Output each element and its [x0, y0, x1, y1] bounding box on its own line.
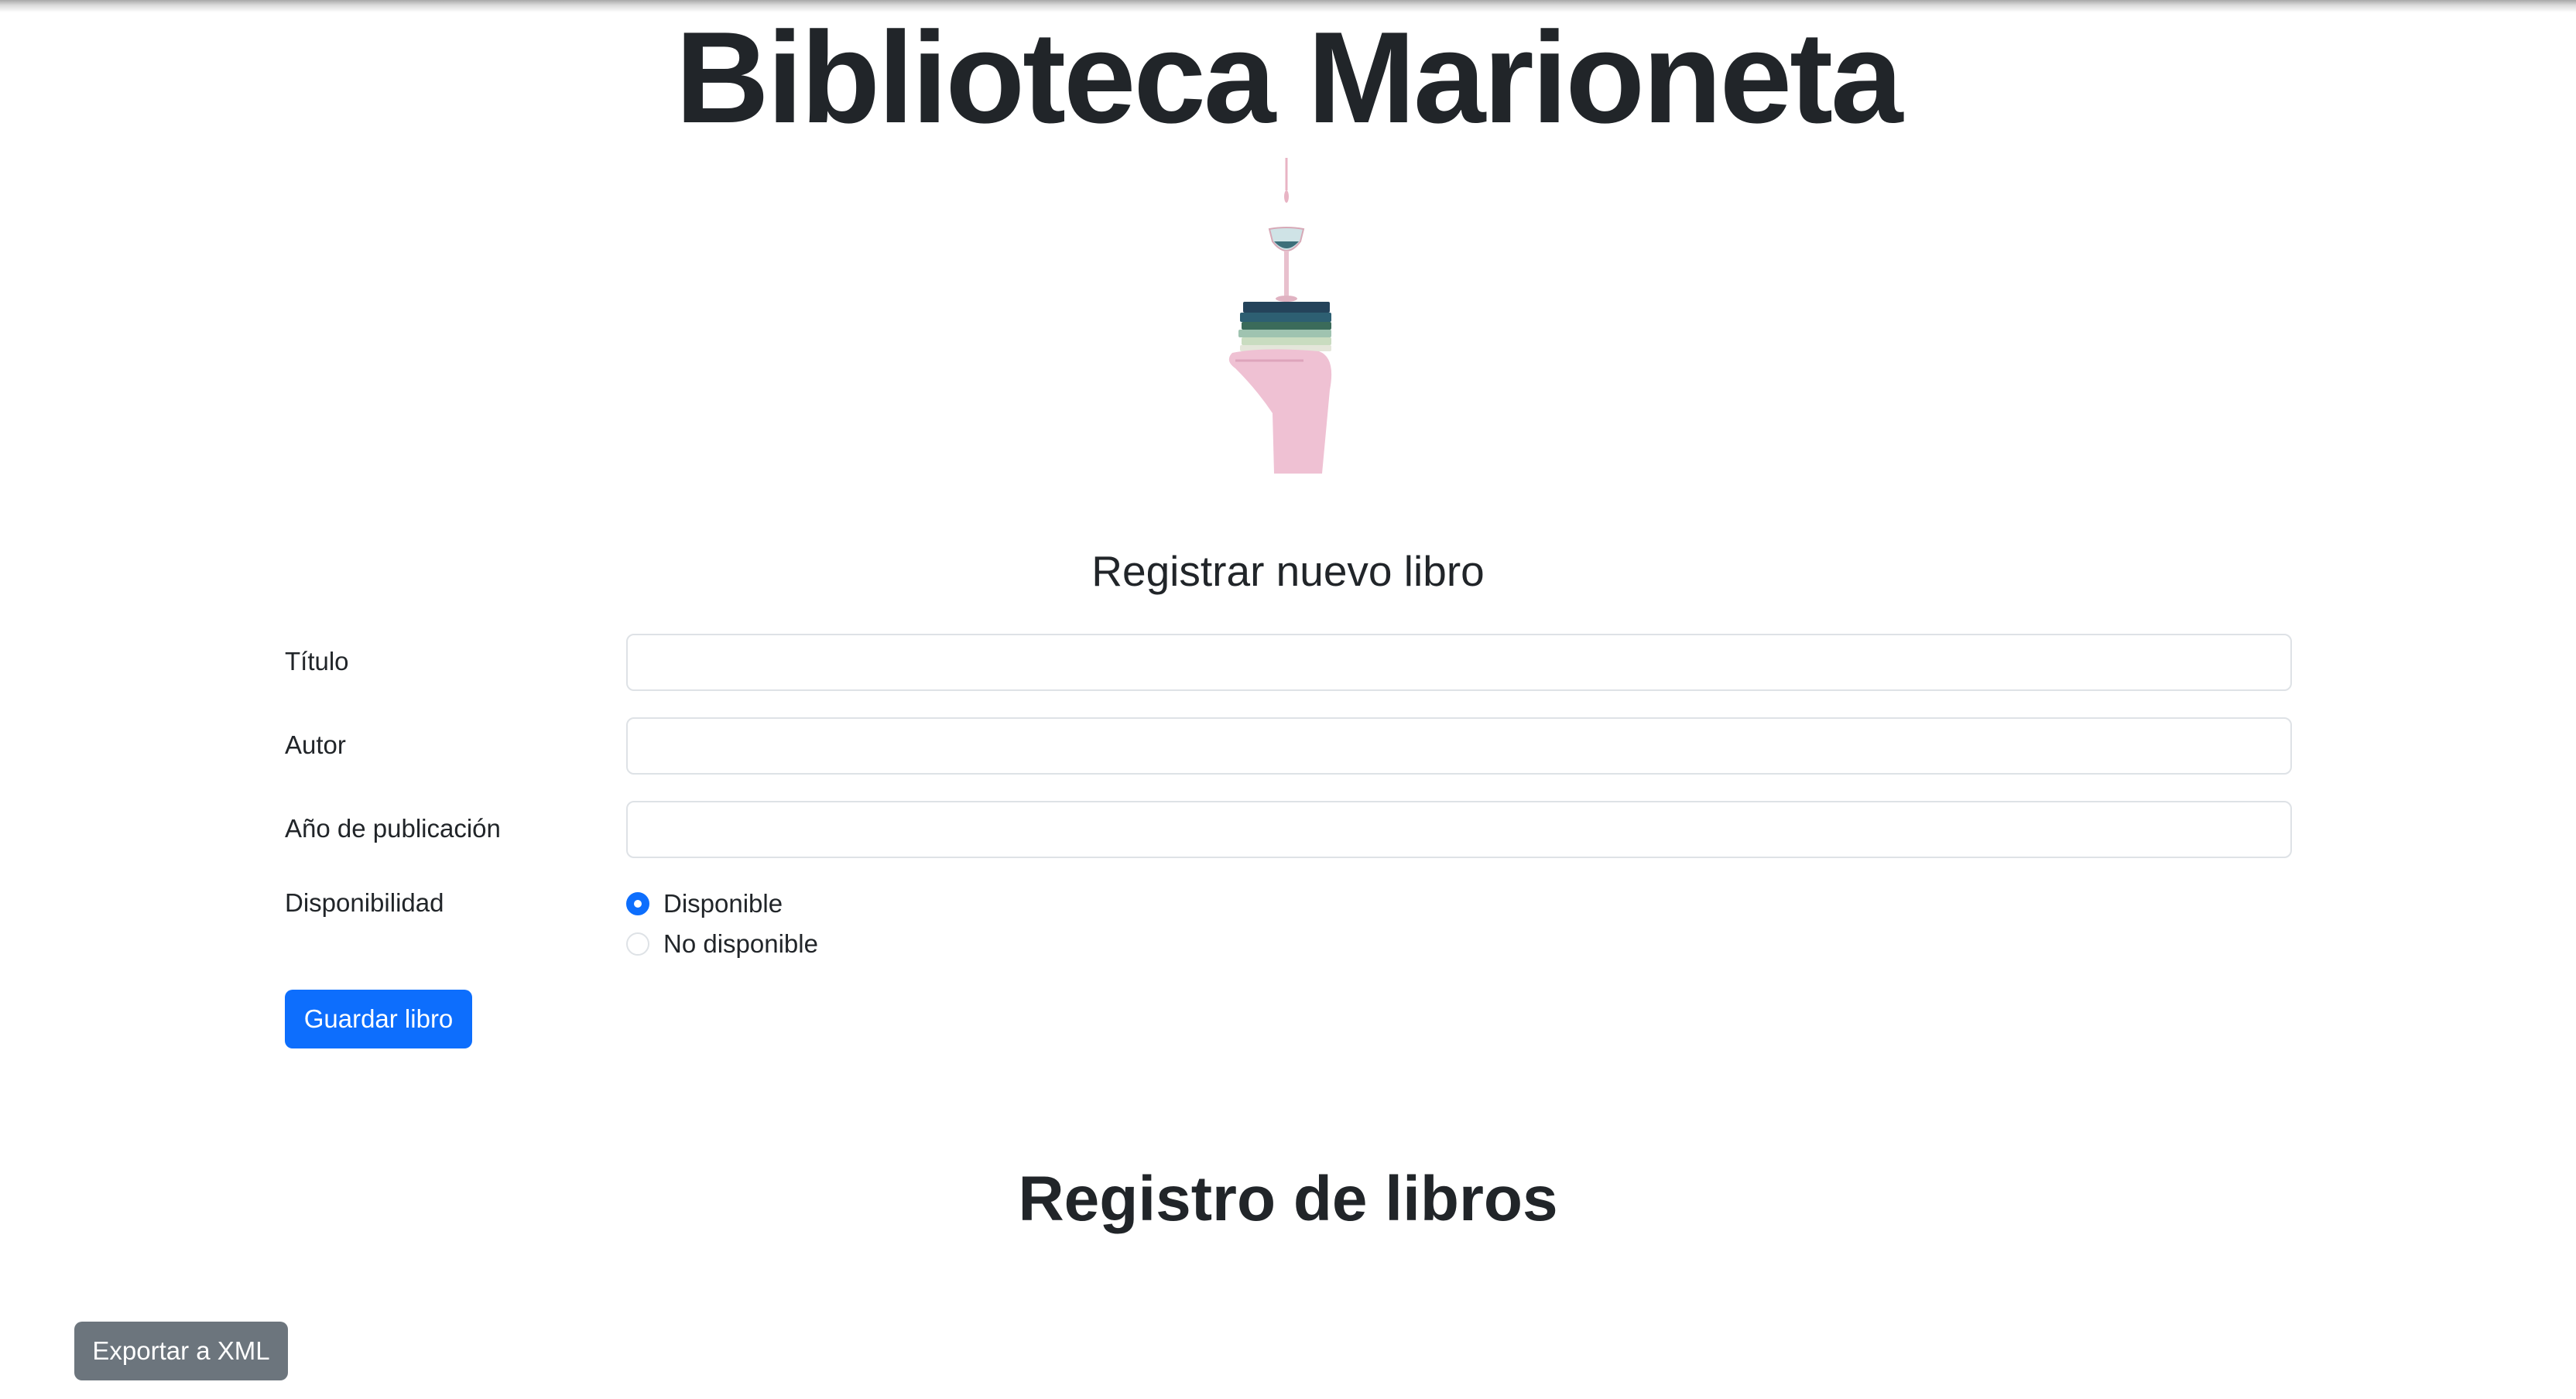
radio-checked-icon[interactable] [626, 892, 649, 915]
autor-label: Autor [285, 730, 346, 759]
radio-unchecked-icon[interactable] [626, 932, 649, 956]
radio-disponible-label: Disponible [663, 889, 783, 918]
availability-radio-group: Disponible No disponible [626, 884, 818, 964]
row-titulo: Título [285, 633, 2293, 692]
anio-input[interactable] [626, 801, 2292, 858]
radio-disponible[interactable]: Disponible [626, 884, 818, 924]
row-disponibilidad: Disponibilidad Disponible No disponible [285, 884, 2293, 969]
form-title: Registrar nuevo libro [1091, 547, 1485, 595]
anio-label: Año de publicación [285, 814, 501, 843]
row-anio: Año de publicación [285, 800, 2293, 859]
titulo-label: Título [285, 647, 349, 676]
titulo-input[interactable] [626, 634, 2292, 691]
site-title: Biblioteca Marioneta [675, 5, 1903, 150]
row-autor: Autor [285, 717, 2293, 775]
hero-image [1187, 158, 1389, 474]
page: Biblioteca Marioneta Registrar nuevo lib… [0, 0, 2576, 1399]
save-book-button[interactable]: Guardar libro [285, 990, 472, 1048]
records-title: Registro de libros [1018, 1164, 1558, 1234]
disponibilidad-label: Disponibilidad [285, 888, 444, 917]
export-xml-button[interactable]: Exportar a XML [74, 1322, 288, 1380]
radio-no-disponible-label: No disponible [663, 929, 818, 958]
autor-input[interactable] [626, 717, 2292, 775]
radio-no-disponible[interactable]: No disponible [626, 924, 818, 964]
